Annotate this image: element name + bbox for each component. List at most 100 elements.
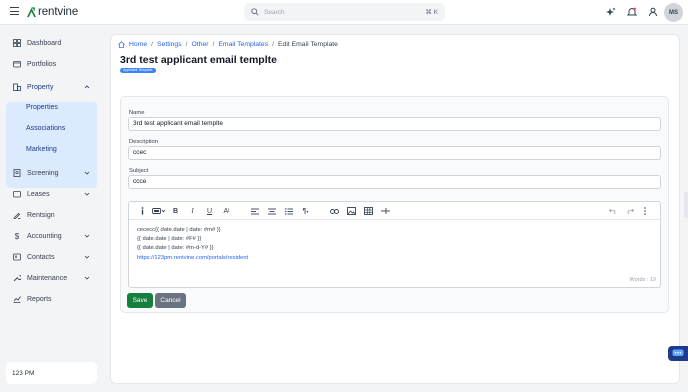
chat-icon: [672, 349, 684, 356]
search-shortcut: ⌘ K: [425, 9, 438, 16]
property-icon: [13, 83, 21, 91]
sidebar-item-screening[interactable]: Screening: [6, 164, 97, 182]
sidebar-item-reports[interactable]: Reports: [6, 290, 97, 308]
sidebar-item-label: Dashboard: [27, 39, 62, 47]
sidebar-item-label: Maintenance: [27, 274, 68, 282]
bullet-list-icon[interactable]: [284, 207, 293, 215]
editor-line: {{ date.date | date: #m-d-Y# }}: [137, 245, 214, 252]
align-left-icon[interactable]: [250, 207, 259, 215]
logo[interactable]: rentvine: [27, 5, 78, 19]
breadcrumb-separator: /: [185, 41, 188, 48]
insert-field-dropdown-icon[interactable]: [152, 207, 166, 215]
rich-text-editor[interactable]: B I U AI ¶ ▾ cececc{{ date.date | date: #…: [128, 201, 662, 288]
form-card: Name 3rd test applicant email templte De…: [120, 96, 669, 313]
clock-display: 123 PM: [6, 362, 97, 384]
link-icon[interactable]: [330, 207, 339, 215]
name-field[interactable]: 3rd test applicant email templte: [128, 117, 661, 131]
sidebar-item-contacts[interactable]: Contacts: [6, 248, 97, 266]
table-icon[interactable]: [364, 207, 373, 215]
sidebar-item-rentsign[interactable]: Rentsign: [6, 206, 97, 224]
editor-line: cececc{{ date.date | date: #m# }}: [137, 227, 221, 233]
page-title: 3rd test applicant email templte: [120, 54, 277, 66]
word-count: Words : 19: [629, 277, 657, 283]
sidebar-item-label: Reports: [27, 295, 52, 303]
save-button[interactable]: Save: [127, 293, 153, 308]
dollar-icon: $: [14, 231, 20, 241]
sidebar-item-property[interactable]: Property: [6, 78, 97, 96]
breadcrumb-home[interactable]: Home: [129, 41, 147, 48]
status-badge: Applicant Template: [120, 68, 156, 73]
sidebar-item-leases[interactable]: Leases: [6, 185, 97, 203]
contacts-icon: [13, 253, 21, 261]
breadcrumb-separator: /: [212, 41, 215, 48]
bold-icon[interactable]: B: [172, 207, 179, 215]
breadcrumb-email-templates[interactable]: Email Templates: [218, 41, 268, 48]
rentsign-icon: [13, 211, 21, 219]
sidebar-item-maintenance[interactable]: Maintenance: [6, 269, 97, 287]
portal-link[interactable]: https://123pm.rentvine.com/portals/resid…: [137, 254, 248, 263]
reports-icon: [13, 295, 21, 303]
chat-widget[interactable]: [668, 346, 688, 361]
sidebar-item-label: Leases: [27, 190, 50, 198]
sidebar-item-label: Rentsign: [27, 211, 55, 219]
sidebar-item-portfolios[interactable]: Portfolios: [6, 55, 97, 73]
sidebar-item-label: Screening: [27, 169, 59, 177]
logo-text: rentvine: [38, 6, 79, 18]
chevron-down-icon: [84, 171, 90, 175]
description-label: Description: [129, 139, 158, 145]
sidebar-item-label: Contacts: [27, 253, 55, 261]
bell-icon[interactable]: [626, 6, 637, 17]
sidebar-item-accounting[interactable]: $ Accounting: [6, 227, 97, 245]
avatar[interactable]: MS: [664, 3, 683, 22]
breadcrumb-separator: /: [151, 41, 154, 48]
breadcrumb: Home / Settings / Other / Email Template…: [118, 41, 338, 48]
sidebar-item-label: Accounting: [27, 232, 62, 240]
italic-icon[interactable]: I: [189, 207, 196, 215]
leases-icon: [13, 190, 21, 198]
top-bar: rentvine Search ⌘ K MS: [0, 0, 688, 25]
main-content: Home / Settings / Other / Email Template…: [110, 34, 680, 384]
undo-icon[interactable]: [609, 207, 617, 215]
sidebar: Dashboard Portfolios Property Properties…: [0, 26, 104, 392]
sidebar-subitem-marketing[interactable]: Marketing: [26, 146, 57, 153]
side-panel-handle[interactable]: [684, 192, 688, 218]
align-center-icon[interactable]: [267, 207, 276, 215]
home-icon[interactable]: [118, 41, 125, 48]
editor-content[interactable]: cececc{{ date.date | date: #m# }} {{ dat…: [137, 226, 248, 263]
sidebar-item-dashboard[interactable]: Dashboard: [6, 34, 97, 52]
subject-field[interactable]: ccce: [128, 175, 661, 189]
sparkle-icon[interactable]: [605, 6, 616, 17]
wrench-icon: [13, 274, 21, 282]
subject-label: Subject: [129, 168, 149, 174]
breadcrumb-settings[interactable]: Settings: [157, 41, 182, 48]
chevron-down-icon: [84, 234, 90, 238]
menu-icon[interactable]: [10, 7, 19, 17]
name-label: Name: [129, 110, 145, 116]
rentvine-logo-icon: [27, 6, 36, 17]
sidebar-subitem-associations[interactable]: Associations: [26, 125, 65, 132]
breadcrumb-current: Edit Email Template: [278, 41, 338, 48]
chevron-up-icon: [84, 85, 90, 89]
text-size-icon[interactable]: AI: [222, 207, 231, 215]
chevron-down-icon: [84, 276, 90, 280]
info-icon[interactable]: [139, 207, 145, 215]
description-field[interactable]: ccec: [128, 146, 661, 160]
sidebar-subitem-properties[interactable]: Properties: [26, 104, 58, 111]
more-options-icon[interactable]: [643, 207, 647, 215]
screening-icon: [13, 169, 21, 177]
sidebar-item-label: Property: [27, 83, 54, 91]
horizontal-rule-icon[interactable]: [381, 207, 390, 215]
breadcrumb-other[interactable]: Other: [191, 41, 208, 48]
cancel-button[interactable]: Cancel: [155, 293, 186, 308]
paragraph-icon[interactable]: ¶ ▾: [301, 207, 310, 215]
search-input[interactable]: Search: [264, 9, 425, 16]
search-bar[interactable]: Search ⌘ K: [244, 3, 445, 21]
user-icon[interactable]: [647, 6, 658, 17]
editor-toolbar: B I U AI ¶ ▾: [129, 202, 662, 220]
image-icon[interactable]: [347, 207, 356, 215]
editor-line: {{ date.date | date: #F# }}: [137, 236, 202, 243]
search-icon: [251, 8, 259, 16]
redo-icon[interactable]: [626, 207, 634, 215]
underline-icon[interactable]: U: [206, 207, 213, 215]
portfolio-icon: [13, 60, 21, 68]
